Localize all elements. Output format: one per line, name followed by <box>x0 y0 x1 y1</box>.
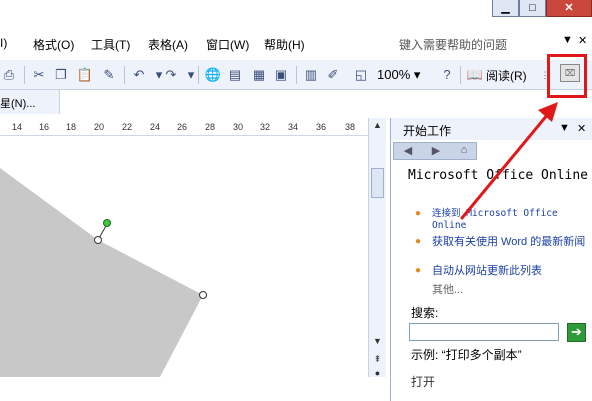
annotation-arrow <box>460 102 558 220</box>
